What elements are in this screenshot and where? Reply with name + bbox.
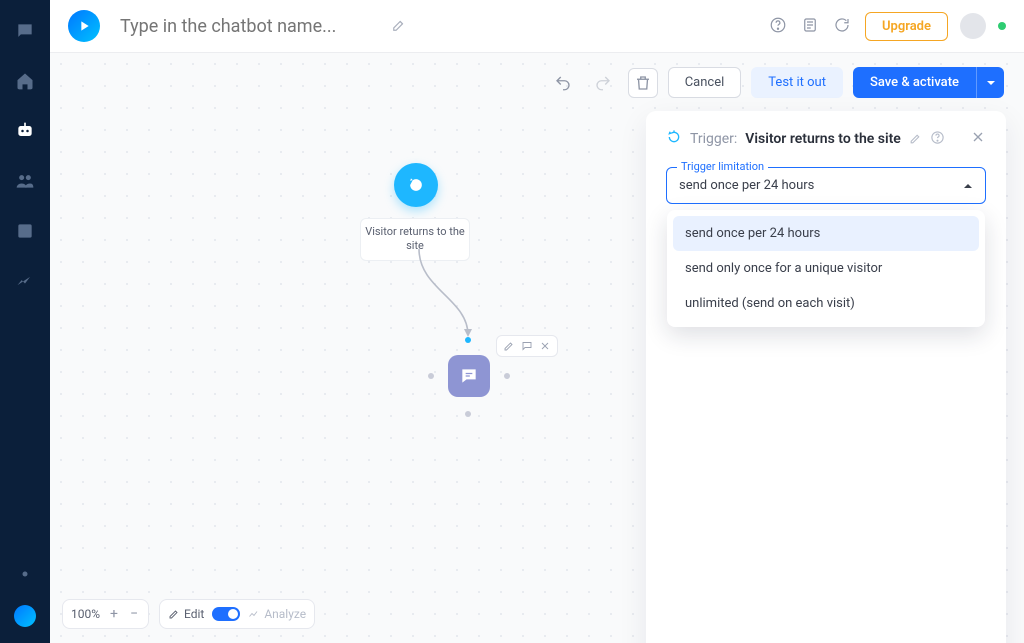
logo-icon	[68, 10, 100, 42]
edit-mode-label: Edit	[184, 607, 204, 621]
canvas-toolbar: Cancel Test it out Save & activate	[548, 67, 1004, 98]
avatar[interactable]	[960, 13, 986, 39]
workspace: Cancel Test it out Save & activate Visit…	[50, 53, 1024, 643]
node-port-left[interactable]	[428, 373, 434, 379]
trigger-node-label: Visitor returns to the site	[360, 218, 470, 261]
zoom-value: 100%	[71, 607, 100, 621]
mode-switch: Edit Analyze	[159, 599, 315, 629]
dropdown-option[interactable]: send only once for a unique visitor	[673, 251, 979, 286]
save-dropdown-caret[interactable]	[976, 67, 1004, 98]
zoom-out-button[interactable]: −	[128, 606, 140, 622]
trigger-limitation-dropdown: send once per 24 hours send only once fo…	[667, 210, 985, 327]
field-legend: Trigger limitation	[677, 160, 768, 173]
topbar: Upgrade	[50, 0, 1024, 53]
panel-close-icon[interactable]	[970, 129, 986, 149]
message-node[interactable]	[448, 355, 490, 397]
sidebar-item-chat[interactable]	[14, 20, 36, 42]
brand-icon	[14, 605, 36, 627]
select-value: send once per 24 hours	[679, 178, 814, 193]
upgrade-button[interactable]: Upgrade	[865, 12, 948, 41]
analytics-icon	[248, 608, 260, 620]
sidebar-item-chatbots[interactable]	[14, 120, 36, 142]
test-button[interactable]: Test it out	[751, 67, 843, 98]
sidebar-item-templates[interactable]	[14, 220, 36, 242]
zoom-control: 100% + −	[62, 599, 149, 629]
trigger-node[interactable]	[394, 163, 438, 207]
analyze-mode-label: Analyze	[264, 607, 306, 621]
node-edit-icon[interactable]	[501, 338, 517, 354]
mode-toggle[interactable]	[212, 607, 240, 621]
chatbot-name-input[interactable]	[120, 16, 380, 37]
panel-edit-icon[interactable]	[909, 130, 922, 149]
node-inline-tools	[496, 335, 558, 357]
dropdown-option[interactable]: unlimited (send on each visit)	[673, 286, 979, 321]
node-port-top[interactable]	[465, 337, 471, 343]
edit-name-icon[interactable]	[392, 17, 406, 36]
dropdown-option[interactable]: send once per 24 hours	[673, 216, 979, 251]
zoom-in-button[interactable]: +	[108, 606, 120, 622]
edit-mode-button[interactable]: Edit	[168, 607, 204, 621]
sidebar-item-settings[interactable]	[14, 563, 36, 585]
undo-icon[interactable]	[548, 68, 578, 98]
help-icon[interactable]	[769, 16, 789, 36]
cancel-button[interactable]: Cancel	[668, 67, 742, 98]
panel-help-icon[interactable]	[930, 130, 945, 149]
delete-icon[interactable]	[628, 68, 658, 98]
panel-trigger-icon	[666, 129, 682, 149]
sidebar-item-home[interactable]	[14, 70, 36, 92]
sidebar-item-analytics[interactable]	[14, 270, 36, 292]
refresh-icon[interactable]	[833, 16, 853, 36]
trigger-limitation-select[interactable]: send once per 24 hours	[667, 168, 985, 203]
online-status-dot	[998, 22, 1006, 30]
save-activate-button[interactable]: Save & activate	[853, 67, 976, 98]
panel-prefix: Trigger:	[690, 131, 737, 147]
node-delete-icon[interactable]	[537, 338, 553, 354]
sidebar-item-contacts[interactable]	[14, 170, 36, 192]
pencil-icon	[168, 608, 180, 620]
analyze-mode-button[interactable]: Analyze	[248, 607, 306, 621]
node-comment-icon[interactable]	[519, 338, 535, 354]
panel-title: Visitor returns to the site	[745, 131, 901, 147]
trigger-panel: Trigger: Visitor returns to the site Tri…	[646, 111, 1006, 643]
node-port-bottom[interactable]	[465, 411, 471, 417]
notes-icon[interactable]	[801, 16, 821, 36]
bottom-toolbar: 100% + − Edit Analyze	[62, 599, 315, 629]
redo-icon	[588, 68, 618, 98]
node-port-right[interactable]	[504, 373, 510, 379]
trigger-limitation-field: Trigger limitation send once per 24 hour…	[666, 167, 986, 204]
sidebar	[0, 0, 50, 643]
